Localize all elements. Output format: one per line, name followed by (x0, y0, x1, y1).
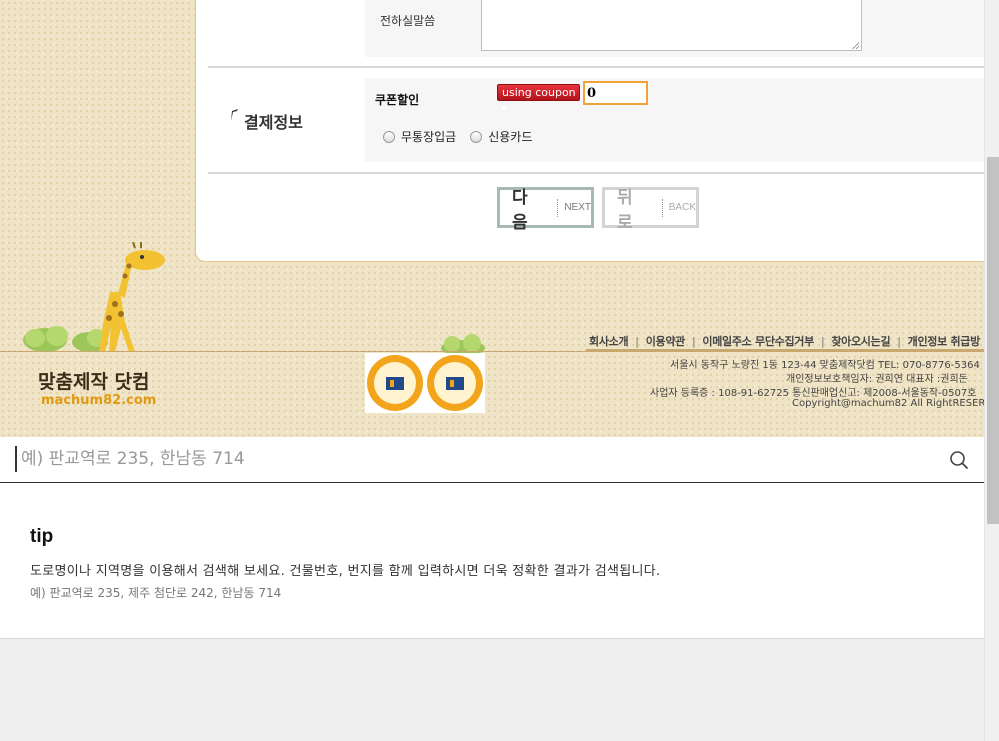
payment-cell (365, 78, 984, 162)
section-divider (208, 172, 984, 174)
inipoint-badge-icon (427, 355, 483, 411)
section-marker-icon (231, 109, 238, 121)
search-box (0, 437, 984, 483)
back-button-label: 뒤 로 (617, 187, 636, 233)
bank-transfer-radio[interactable] (383, 130, 395, 143)
footer-divider-right (586, 349, 984, 351)
next-button-en-label: NEXT (564, 202, 591, 213)
footer-info-privacy-officer: 개인정보보호책임자: 권희연 대표자 :권희돈 (786, 374, 968, 385)
footer-link-about[interactable]: 회사소개 (589, 335, 629, 348)
footer-logo-en: machum82.com (41, 393, 157, 408)
payment-method-group: 무통장입금 신용카드 (383, 128, 540, 145)
bank-transfer-label[interactable]: 무통장입금 (401, 128, 456, 145)
footer-info: 서울시 동작구 노량진 1동 123-44 맞춤제작닷컴 TEL: 070-87… (586, 356, 984, 412)
section-divider (208, 66, 984, 68)
giraffe-illustration (23, 242, 165, 352)
back-button[interactable]: 뒤 로 BACK (602, 187, 699, 233)
coupon-amount-input[interactable] (583, 81, 648, 105)
footer-link-email-policy[interactable]: 이메일주소 무단수집거부 (702, 335, 814, 348)
footer-link-privacy[interactable]: 개인정보 취급방 (908, 335, 981, 348)
address-search-panel: tip 도로명이나 지역명을 이용해서 검색해 보세요. 건물번호, 번지를 함… (0, 437, 984, 639)
tip-example: 예) 판교역로 235, 제주 첨단로 242, 한남동 714 (30, 586, 282, 600)
footer-links: 회사소개 | 이용약관 | 이메일주소 무단수집거부 | 찾아오시는길 | 개인정보 취급방 (589, 335, 981, 348)
footer-info-copyright: Copyright@machum82 All RightRESERVED (792, 398, 984, 409)
credit-card-radio[interactable] (470, 130, 483, 143)
footer-info-address: 서울시 동작구 노량진 1동 123-44 맞춤제작닷컴 TEL: 070-87… (670, 360, 980, 371)
scrollbar-thumb[interactable] (987, 157, 999, 524)
tip-description: 도로명이나 지역명을 이용해서 검색해 보세요. 건물번호, 번지를 함께 입력… (30, 564, 661, 579)
back-button-en-label: BACK (668, 202, 696, 213)
page-background: 전하실말씀 결제정보 쿠폰할인 using coupon ▸ 무통장입금 신용카… (0, 0, 984, 437)
footer-info-business-number: 사업자 등록증 : 108-91-62725 통신판매업신고: 제2008-서울… (650, 388, 977, 399)
footer-divider (0, 351, 984, 352)
message-label: 전하실말씀 (380, 14, 436, 28)
footer-link-terms[interactable]: 이용약관 (646, 335, 686, 348)
next-button-label: 다 음 (512, 187, 531, 233)
inipoint-badge (425, 353, 485, 413)
payment-section-title: 결제정보 (244, 113, 303, 132)
inipoint-badge-icon (367, 355, 423, 411)
use-coupon-button[interactable]: using coupon ▸ (497, 84, 580, 114)
credit-card-label[interactable]: 신용카드 (488, 128, 532, 145)
button-separator (557, 198, 559, 217)
textarea-resize-handle[interactable] (852, 42, 859, 49)
search-icon[interactable] (949, 450, 969, 470)
next-button[interactable]: 다 음 NEXT (497, 187, 594, 233)
button-separator (661, 198, 663, 217)
vertical-scrollbar[interactable] (984, 0, 999, 741)
tip-title: tip (30, 526, 54, 547)
coupon-label: 쿠폰할인 (375, 93, 420, 107)
footer-link-directions[interactable]: 찾아오시는길 (831, 335, 890, 348)
address-search-input[interactable] (15, 446, 935, 472)
inipoint-badge (365, 353, 425, 413)
footer-logo-ko: 맞춤제작 닷컴 (38, 371, 150, 393)
message-textarea[interactable] (481, 0, 862, 51)
